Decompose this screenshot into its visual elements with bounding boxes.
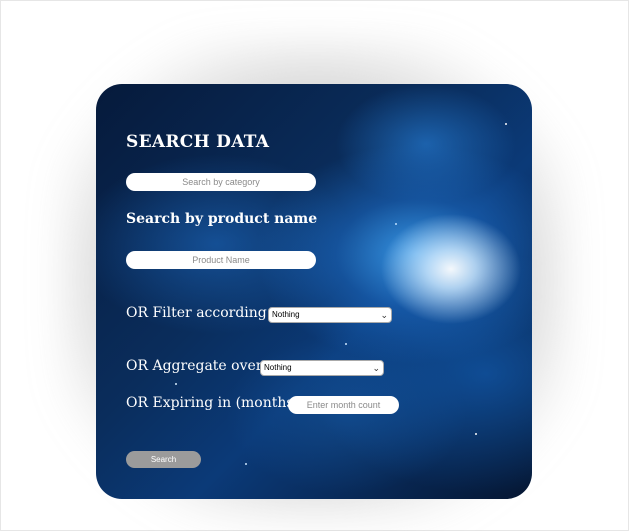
page-title: SEARCH DATA	[126, 132, 270, 152]
filter-select-value: Nothing	[272, 310, 300, 319]
search-card: SEARCH DATA Search by product name OR Fi…	[96, 84, 532, 499]
aggregate-select[interactable]: Nothing ⌄	[260, 360, 384, 376]
product-search-heading: Search by product name	[126, 211, 318, 227]
expiry-label: OR Expiring in (months):	[126, 395, 304, 411]
aggregate-select-value: Nothing	[264, 363, 292, 372]
month-count-input[interactable]	[288, 396, 399, 414]
filter-label: OR Filter according to	[126, 305, 286, 321]
chevron-down-icon: ⌄	[380, 310, 388, 320]
product-name-input[interactable]	[126, 251, 316, 269]
aggregate-label: OR Aggregate over	[126, 358, 263, 374]
filter-select[interactable]: Nothing ⌄	[268, 307, 392, 323]
search-button[interactable]: Search	[126, 451, 201, 468]
category-search-input[interactable]	[126, 173, 316, 191]
chevron-down-icon: ⌄	[372, 363, 380, 373]
